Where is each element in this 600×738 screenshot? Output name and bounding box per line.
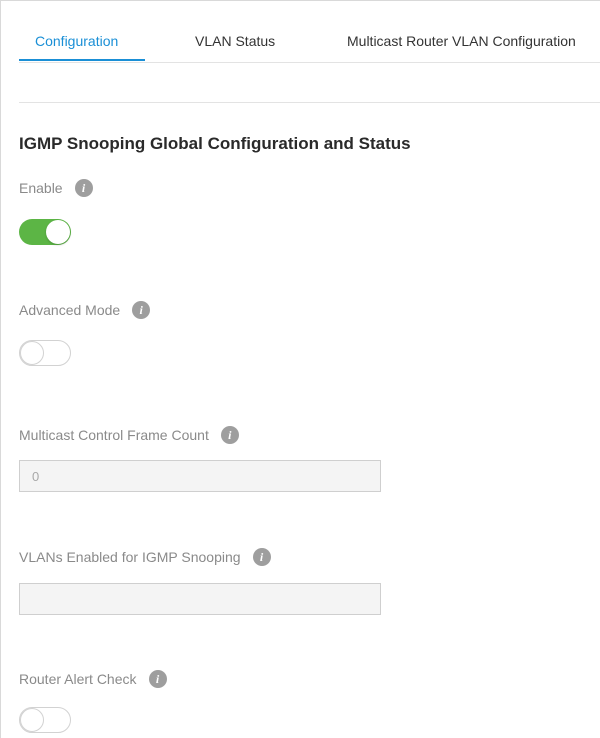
info-icon[interactable]: i [132,301,151,319]
advanced-mode-label-row: Advanced Mode i [19,301,151,319]
vlans-enabled-input[interactable] [19,583,381,615]
router-alert-check-label-row: Router Alert Check i [19,670,167,688]
info-icon[interactable]: i [74,179,93,197]
enable-label: Enable [19,180,63,196]
info-icon[interactable]: i [252,548,271,566]
vlans-enabled-label-row: VLANs Enabled for IGMP Snooping i [19,548,271,566]
tab-vlan-status[interactable]: VLAN Status [195,32,275,50]
multicast-control-frame-count-label: Multicast Control Frame Count [19,427,209,443]
info-icon[interactable]: i [148,670,167,688]
toggle-knob [20,341,44,365]
advanced-mode-label: Advanced Mode [19,302,121,318]
multicast-control-frame-count-input[interactable] [19,460,381,492]
enable-toggle[interactable] [19,219,71,245]
vlans-enabled-label: VLANs Enabled for IGMP Snooping [19,549,241,565]
tab-bar: Configuration VLAN Status Multicast Rout… [19,1,600,63]
advanced-mode-toggle[interactable] [19,340,71,366]
tab-configuration[interactable]: Configuration [35,32,118,50]
tab-multicast-router-vlan-configuration[interactable]: Multicast Router VLAN Configuration [347,32,576,50]
page-frame: Configuration VLAN Status Multicast Rout… [0,0,600,738]
section-divider [19,102,600,103]
active-tab-indicator [19,59,145,61]
enable-label-row: Enable i [19,179,93,197]
info-icon[interactable]: i [220,426,239,444]
toggle-knob [46,220,70,244]
router-alert-check-toggle[interactable] [19,707,71,733]
toggle-knob [20,708,44,732]
multicast-control-frame-count-label-row: Multicast Control Frame Count i [19,426,239,444]
section-title: IGMP Snooping Global Configuration and S… [19,134,411,153]
router-alert-check-label: Router Alert Check [19,671,137,687]
